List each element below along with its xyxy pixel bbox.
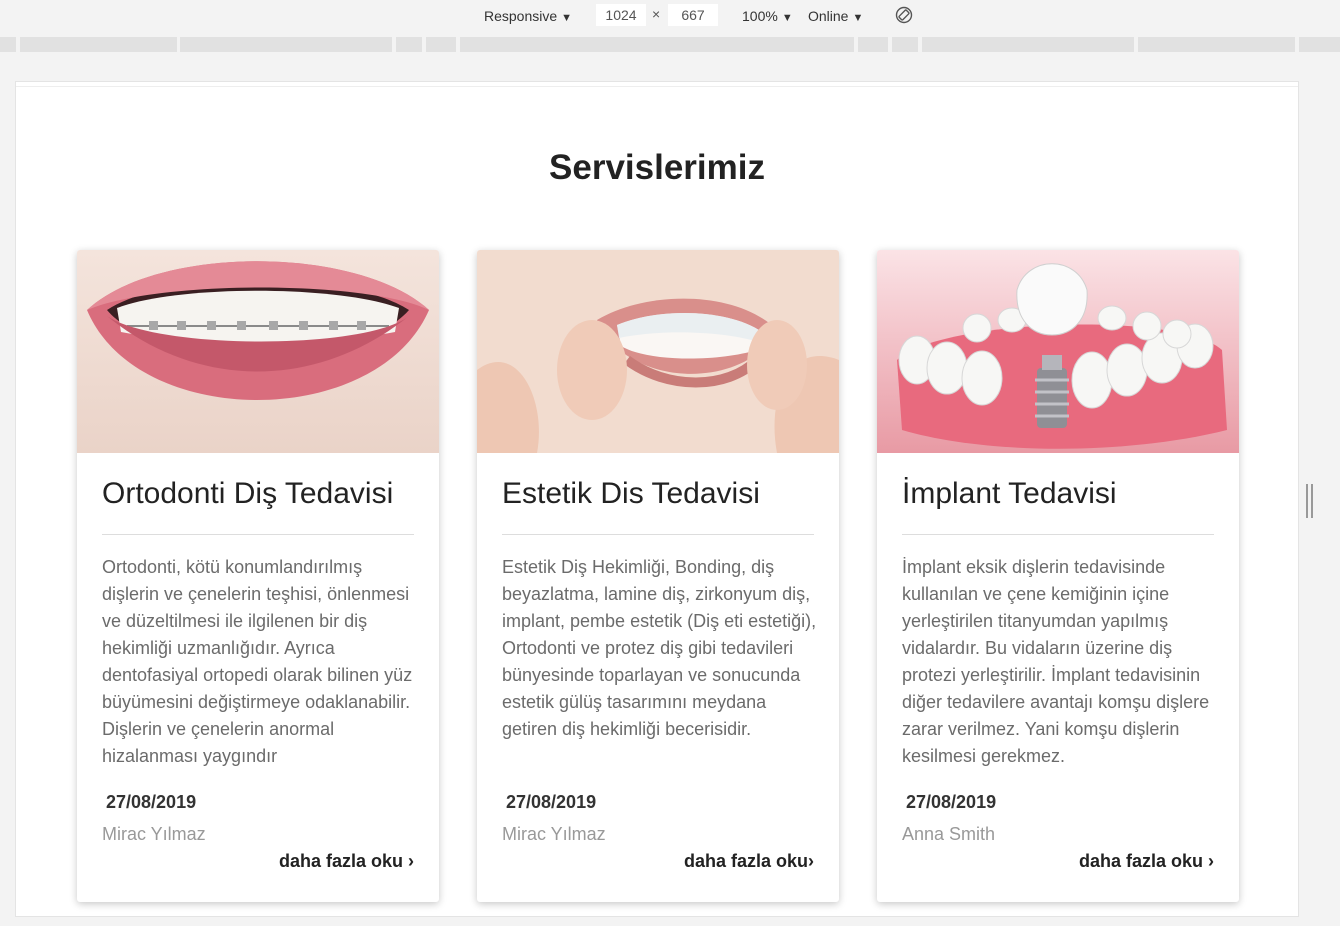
ruler-segment[interactable] (922, 37, 1134, 52)
ruler-segment[interactable] (1138, 37, 1295, 52)
clear-aligner-photo (477, 250, 839, 453)
width-input[interactable]: 1024 (596, 4, 646, 26)
height-input[interactable]: 667 (668, 4, 718, 26)
caret-down-icon: ▼ (781, 12, 793, 24)
network-select[interactable]: Online ▼ (808, 6, 863, 26)
chevron-right-icon: › (1208, 851, 1214, 871)
card-date: 27/08/2019 (506, 792, 597, 812)
caret-down-icon: ▼ (852, 12, 864, 24)
device-select[interactable]: Responsive ▼ (484, 6, 572, 26)
grip-line (1306, 484, 1308, 518)
card-date: 27/08/2019 (106, 792, 197, 812)
card-text: Ortodonti, kötü konumlandırılmış dişleri… (102, 557, 413, 766)
card-text: İmplant eksik dişlerin tedavisinde kulla… (902, 557, 1210, 766)
zoom-select[interactable]: 100% ▼ (742, 6, 793, 26)
zoom-select-label: 100% (742, 8, 778, 24)
service-card-ortodonti: Ortodonti Diş Tedavisi Ortodonti, kötü k… (77, 250, 439, 902)
divider (902, 534, 1214, 535)
card-title: Estetik Dis Tedavisi (502, 477, 760, 510)
caret-down-icon: ▼ (561, 12, 573, 24)
read-more-link[interactable]: daha fazla oku › (279, 851, 414, 872)
card-title: Ortodonti Diş Tedavisi (102, 477, 394, 510)
card-date: 27/08/2019 (906, 792, 997, 812)
card-title: İmplant Tedavisi (902, 477, 1117, 510)
braces-smile-photo (77, 250, 439, 453)
card-text: Estetik Diş Hekimliği, Bonding, diş beya… (502, 557, 817, 739)
service-card-estetik: Estetik Dis Tedavisi Estetik Diş Hekimli… (477, 250, 839, 902)
chevron-right-icon: › (408, 851, 414, 871)
ruler-segment[interactable] (1299, 37, 1340, 52)
read-more-label: daha fazla oku (278, 851, 403, 871)
ruler-segment[interactable] (892, 37, 918, 52)
read-more-label: daha fazla oku (1078, 851, 1203, 871)
service-card-implant: İmplant Tedavisi İmplant eksik dişlerin … (877, 250, 1239, 902)
read-more-link[interactable]: daha fazla oku› (684, 851, 814, 872)
device-select-label: Responsive (484, 8, 558, 24)
ruler-segment[interactable] (20, 37, 177, 52)
times-icon: × (652, 6, 661, 22)
network-select-label: Online (808, 8, 849, 24)
resize-handle[interactable] (1306, 484, 1314, 518)
card-author: Mirac Yılmaz (502, 824, 606, 844)
grip-line (1311, 484, 1313, 518)
rotate-icon[interactable] (895, 6, 913, 24)
media-query-ruler[interactable] (0, 35, 1340, 53)
card-author: Anna Smith (902, 824, 996, 844)
ruler-segment[interactable] (180, 37, 392, 52)
section-title: Servislerimiz (549, 148, 765, 187)
read-more-link[interactable]: daha fazla oku › (1079, 851, 1214, 872)
ruler-segment[interactable] (0, 37, 16, 52)
device-viewport: Servislerimiz Ortodonti Diş Tedavisi Ort… (16, 82, 1298, 916)
dental-implant-illustration (877, 250, 1239, 453)
ruler-segment[interactable] (426, 37, 456, 52)
read-more-label: daha fazla oku (683, 851, 808, 871)
ruler-segment[interactable] (858, 37, 888, 52)
divider (502, 534, 814, 535)
device-toolbar: Responsive ▼ 1024 × 667 100% ▼ Online ▼ (0, 0, 1340, 32)
card-author: Mirac Yılmaz (102, 824, 206, 844)
divider (16, 86, 1298, 87)
chevron-right-icon: › (808, 851, 814, 871)
divider (102, 534, 414, 535)
ruler-segment[interactable] (460, 37, 854, 52)
ruler-segment[interactable] (396, 37, 422, 52)
